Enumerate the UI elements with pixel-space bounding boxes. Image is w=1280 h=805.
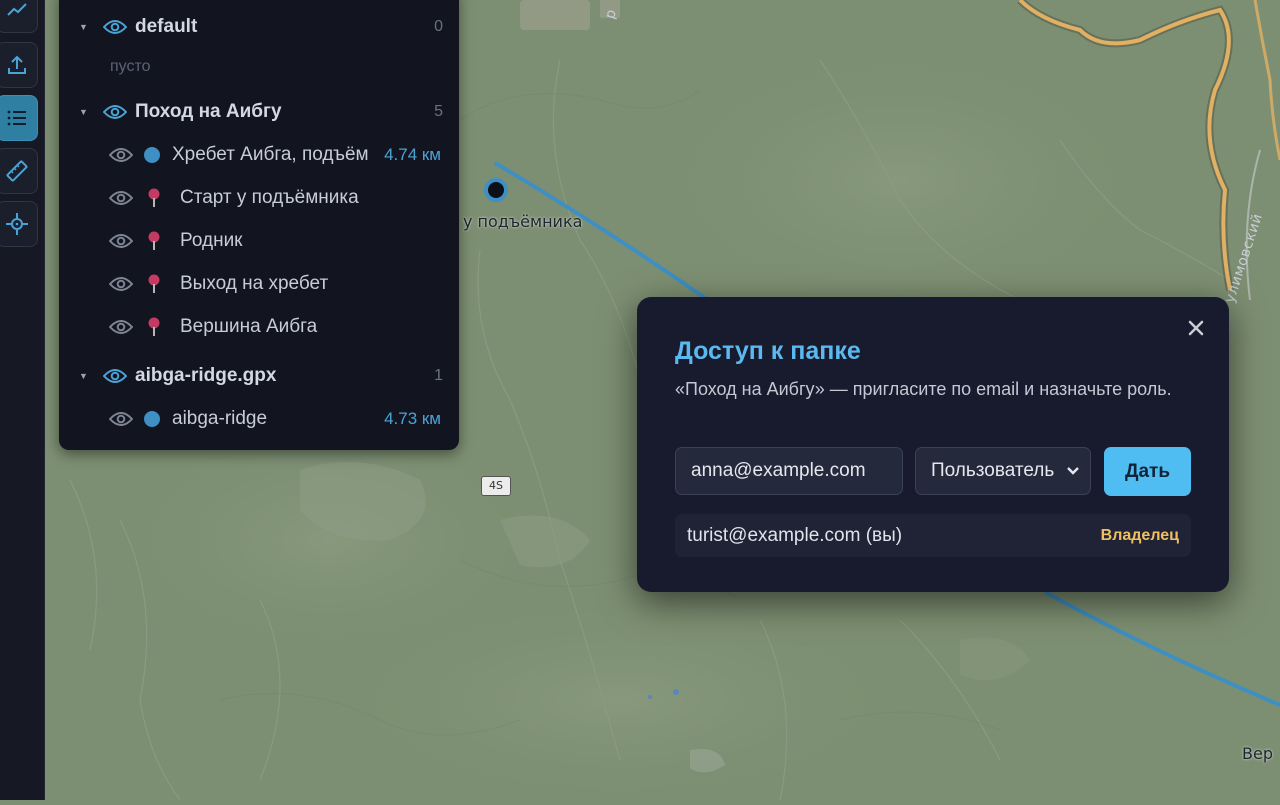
folder-count: 0 [434,18,443,35]
role-select-value: Пользователь [931,460,1055,481]
measure-button[interactable] [0,148,38,194]
eye-icon[interactable] [103,18,127,36]
folder-row-default[interactable]: ▼ default 0 [59,9,459,45]
folder-count: 1 [434,367,443,384]
folder-count: 5 [434,103,443,120]
eye-icon[interactable] [109,410,133,428]
eye-icon[interactable] [103,367,127,385]
layers-panel: ▼ default 0 пусто ▼ Поход на Аибгу 5 Хре… [59,0,459,450]
member-email: turist@example.com (вы) [687,524,903,546]
list-icon [7,110,26,126]
dialog-description: «Поход на Аибгу» — пригласите по email и… [675,379,1172,399]
chart-line-icon [7,3,27,16]
layer-item-point[interactable]: Родник [59,223,459,259]
folder-row-hike[interactable]: ▼ Поход на Аибгу 5 [59,94,459,130]
track-color-dot [144,147,160,163]
folder-row-gpx[interactable]: ▼ aibga-ridge.gpx 1 [59,358,459,394]
track-color-dot [144,411,160,427]
close-icon [1188,320,1204,336]
share-folder-dialog: Доступ к папке «Поход на Аибгу» — пригла… [637,297,1229,592]
layer-item-track[interactable]: Хребет Аибга, подъём 4.74 км [59,137,459,173]
layer-item-name: Родник [180,230,243,251]
layers-list-button[interactable] [0,95,38,141]
upload-icon [8,55,26,74]
layer-item-point[interactable]: Выход на хребет [59,266,459,302]
member-row: turist@example.com (вы) Владелец [675,514,1191,557]
eye-icon[interactable] [109,275,133,293]
start-marker-icon[interactable] [482,176,510,204]
layer-item-name: Старт у подъёмника [180,187,359,208]
layer-item-name: Хребет Аибга, подъём [172,144,369,165]
dialog-title: Доступ к папке [675,337,861,365]
pin-icon [148,188,160,207]
layer-item-name: aibga-ridge [172,408,268,429]
pin-icon [148,274,160,293]
chart-button[interactable] [0,0,38,33]
eye-icon[interactable] [103,103,127,121]
pin-icon [148,231,160,250]
map-edge-label: Вер [1242,744,1273,763]
track-distance: 4.73 км [384,409,441,428]
member-role-badge: Владелец [1100,526,1179,544]
track-distance: 4.74 км [384,145,441,164]
map-marker-label: у подъёмника [463,212,583,231]
layer-item-point[interactable]: Старт у подъёмника [59,180,459,216]
locate-button[interactable] [0,201,38,247]
left-toolbar [0,0,45,800]
folder-empty-row: пусто [59,49,459,85]
layer-item-name: Выход на хребет [180,273,329,294]
caret-down-icon[interactable]: ▼ [79,22,88,32]
folder-name: default [135,16,198,37]
eye-icon[interactable] [109,232,133,250]
caret-down-icon[interactable]: ▼ [79,107,88,117]
eye-icon[interactable] [109,189,133,207]
crosshair-icon [6,213,28,235]
close-button[interactable] [1183,315,1209,341]
grant-access-button[interactable]: Дать [1104,447,1191,496]
email-input[interactable] [675,447,903,495]
eye-icon[interactable] [109,318,133,336]
layer-item-point[interactable]: Вершина Аибга [59,309,459,345]
pin-icon [148,317,160,336]
caret-down-icon[interactable]: ▼ [79,371,88,381]
role-select[interactable]: Пользователь [915,447,1091,495]
chevron-down-icon [1067,467,1079,475]
upload-button[interactable] [0,42,38,88]
empty-label: пусто [110,58,151,75]
folder-name: aibga-ridge.gpx [135,365,277,386]
layer-item-name: Вершина Аибга [180,316,318,337]
eye-icon[interactable] [109,146,133,164]
layer-item-track[interactable]: aibga-ridge 4.73 км [59,401,459,437]
ruler-icon [6,160,28,182]
road-shield: 4S [481,476,511,496]
folder-name: Поход на Аибгу [135,101,282,122]
